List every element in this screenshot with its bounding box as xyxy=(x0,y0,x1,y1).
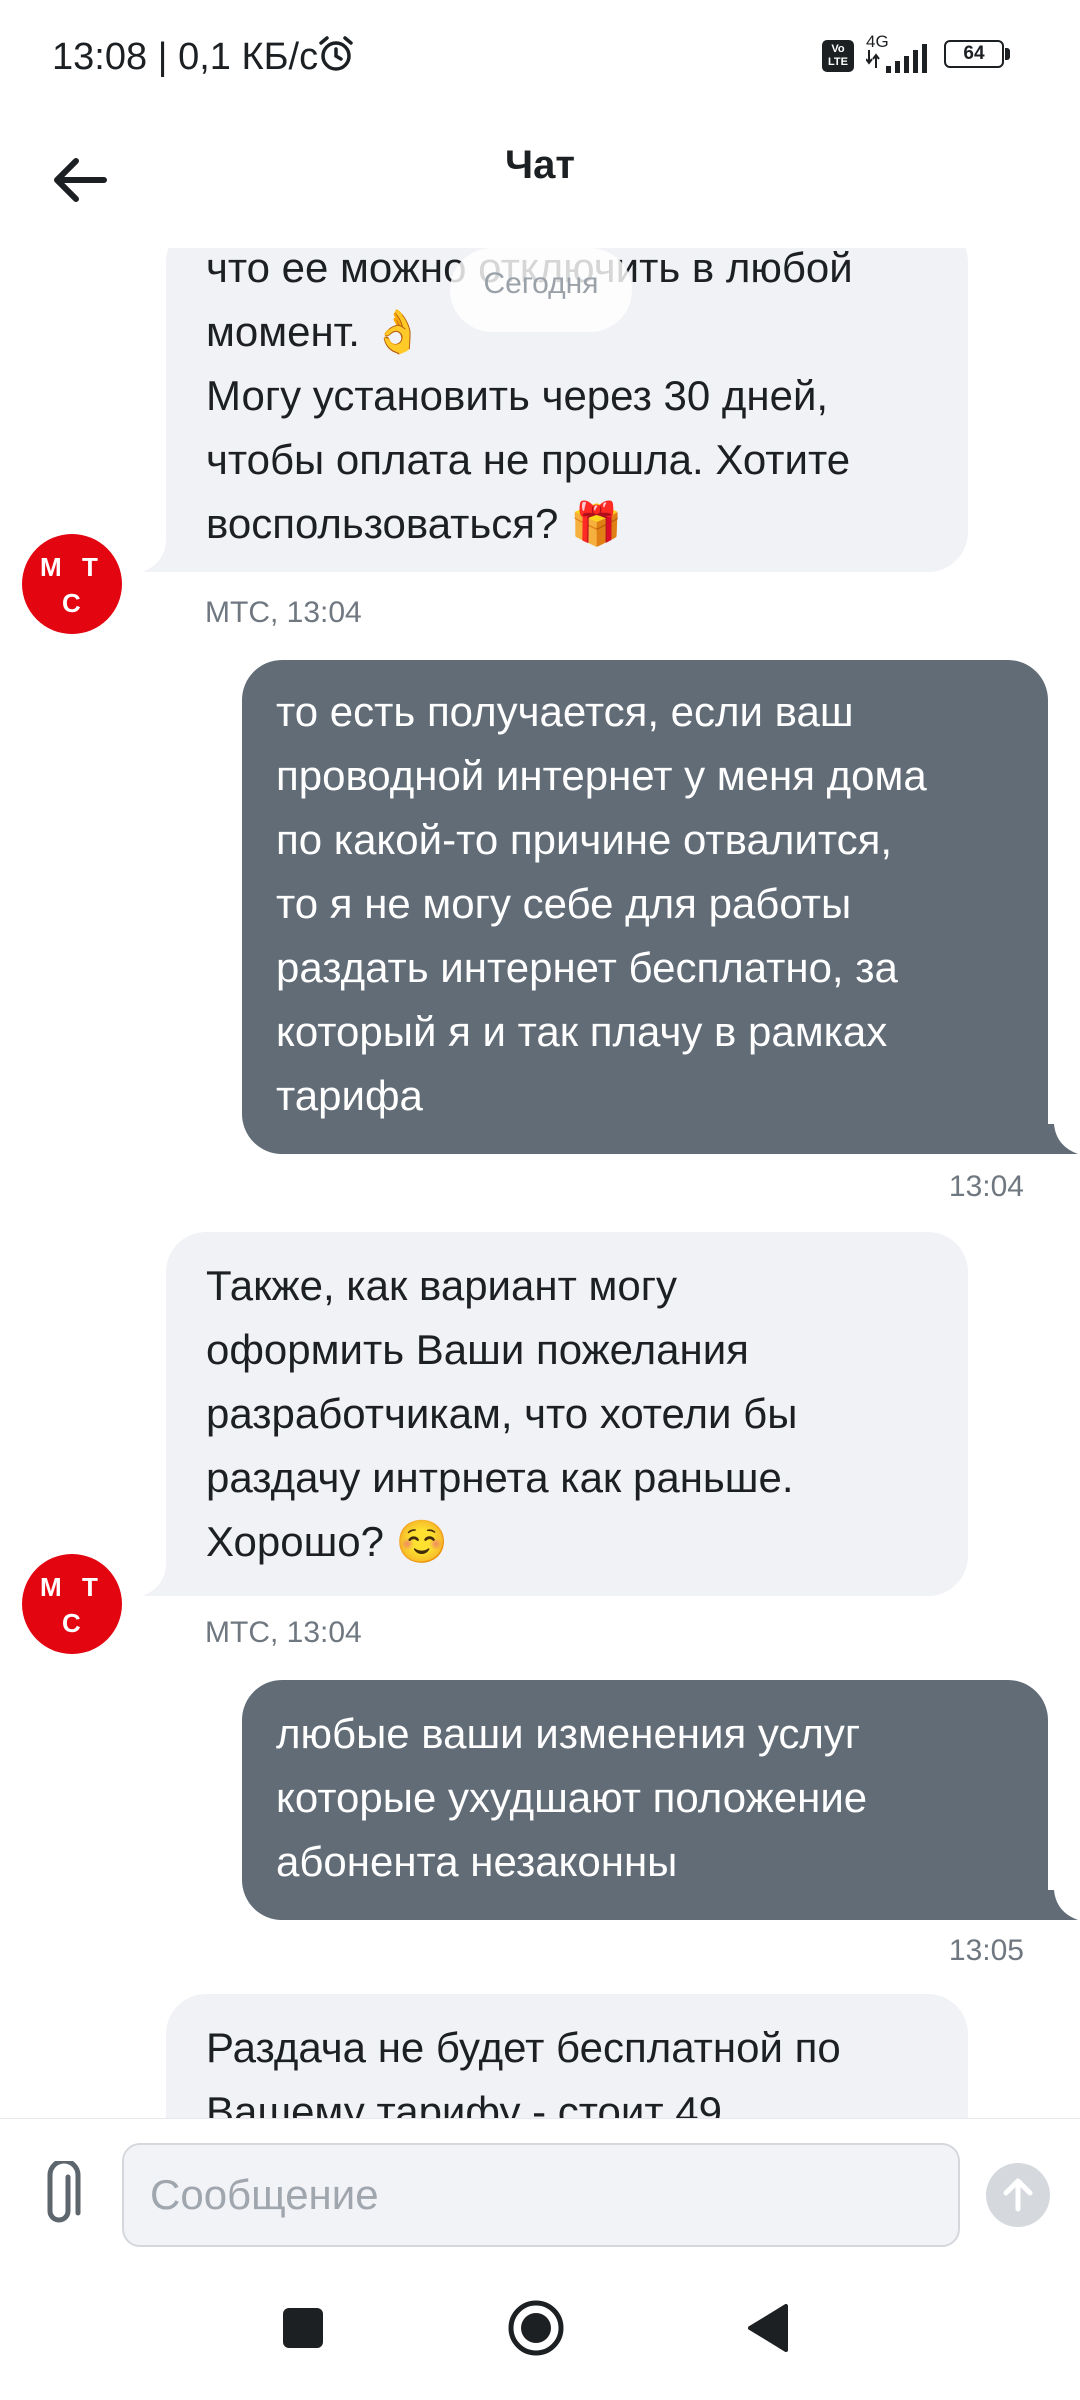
alarm-icon xyxy=(319,36,353,71)
message-line: раздачу интрнета как раньше. xyxy=(206,1454,794,1501)
message-line: Вашему тарифу - стоит 49 xyxy=(206,2088,722,2118)
message-line: абонента незаконны xyxy=(276,1838,678,1885)
message-line: который я и так плачу в рамках xyxy=(276,1008,888,1055)
page-title: Чат xyxy=(505,143,575,187)
message-line: по какой-то причине отвалится, xyxy=(276,816,893,863)
message-line: чтобы оплата не прошла. Хотите xyxy=(206,436,851,483)
message-line: Также, как вариант могу xyxy=(206,1262,678,1309)
arrow-up-icon xyxy=(1003,2178,1033,2212)
message-line: то я не могу себе для работы xyxy=(276,880,852,927)
outgoing-message-bubble[interactable]: любые ваши изменения услуг которые ухудш… xyxy=(242,1680,1048,1920)
paperclip-icon[interactable] xyxy=(38,2161,84,2231)
incoming-message-bubble[interactable]: Раздача не будет бесплатной по Вашему та… xyxy=(166,1994,968,2118)
circle-home-icon[interactable] xyxy=(506,2298,566,2358)
bubble-tail xyxy=(1048,1890,1078,1920)
send-button[interactable] xyxy=(986,2163,1050,2227)
message-meta: 13:04 xyxy=(948,1170,1024,1203)
incoming-message-bubble[interactable]: Также, как вариант могу оформить Ваши по… xyxy=(166,1232,968,1596)
message-line: любые ваши изменения услуг xyxy=(276,1710,861,1757)
message-line: проводной интернет у меня дома xyxy=(276,752,927,799)
message-line: которые ухудшают положение xyxy=(276,1774,868,1821)
message-meta: МТС, 13:04 xyxy=(205,1616,362,1649)
battery-level: 64 xyxy=(963,43,985,64)
message-line: раздать интернет бесплатно, за xyxy=(276,944,898,991)
bubble-tail xyxy=(142,542,172,572)
bubble-tail xyxy=(142,1566,172,1596)
system-nav-bar xyxy=(0,2268,1080,2400)
message-input[interactable] xyxy=(122,2143,960,2247)
message-line: разработчикам, что хотели бы xyxy=(206,1390,798,1437)
status-bar: 13:08 | 0,1 КБ/с Vo LTE 4G 64 xyxy=(0,0,1080,118)
message-line: воспользоваться? 🎁 xyxy=(206,500,623,547)
message-line: Могу установить через 30 дней, xyxy=(206,372,829,419)
message-line: то есть получается, если ваш xyxy=(276,688,854,735)
square-icon[interactable] xyxy=(283,2308,323,2348)
message-meta: 13:05 xyxy=(948,1934,1024,1967)
mts-avatar: М Т С xyxy=(22,534,122,634)
message-composer xyxy=(0,2118,1080,2269)
message-line: Хорошо? ☺️ xyxy=(206,1518,448,1565)
mts-avatar: М Т С xyxy=(22,1554,122,1654)
battery-icon: 64 xyxy=(944,40,1014,72)
message-line: оформить Ваши пожелания xyxy=(206,1326,749,1373)
triangle-back-icon[interactable] xyxy=(746,2302,790,2354)
status-time-speed: 13:08 | 0,1 КБ/с xyxy=(52,36,319,78)
message-line: тарифа xyxy=(276,1072,423,1119)
chat-message-list[interactable]: что ее можно отключить в любой момент. 👌… xyxy=(0,248,1080,2118)
app-header: Чат xyxy=(0,118,1080,248)
signal-icon xyxy=(866,44,927,73)
message-meta: МТС, 13:04 xyxy=(205,596,362,629)
date-separator: Сегодня xyxy=(450,248,632,332)
bubble-tail xyxy=(1048,1124,1078,1154)
volte-icon: Vo LTE xyxy=(822,40,854,72)
outgoing-message-bubble[interactable]: то есть получается, если ваш проводной и… xyxy=(242,660,1048,1154)
message-line: Раздача не будет бесплатной по xyxy=(206,2024,841,2071)
